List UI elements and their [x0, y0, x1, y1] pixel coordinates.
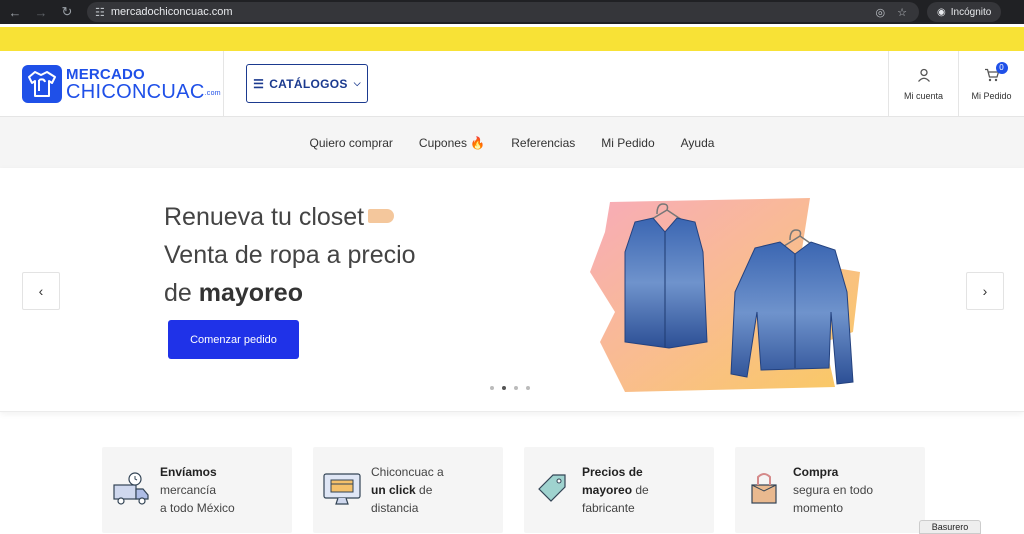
cart-icon: 0	[984, 61, 1008, 85]
feature-click-post: de	[415, 483, 433, 497]
order-label: Mi Pedido	[971, 90, 1012, 101]
slider-dot[interactable]	[514, 386, 518, 390]
reload-icon[interactable]: ↻	[57, 2, 77, 22]
main-menu: Quiero comprar Cupones 🔥 Referencias Mi …	[0, 117, 1024, 168]
promo-bar	[0, 27, 1024, 51]
chevron-right-icon: ›	[982, 283, 988, 299]
address-bar[interactable]: ☷ mercadochiconcuac.com ◎ ☆	[87, 2, 919, 22]
feature-card-secure: Compra segura en todo momento	[735, 447, 925, 533]
catalogs-button[interactable]: ☰ CATÁLOGOS ⌵	[246, 64, 368, 103]
menu-item-referencias[interactable]: Referencias	[511, 136, 575, 150]
chevron-left-icon: ‹	[38, 283, 44, 299]
slider-dots	[490, 386, 538, 390]
cart-count-badge: 0	[995, 61, 1008, 74]
feature-card-click: Chiconcuac a un click de distancia	[313, 447, 503, 533]
menu-item-cupones[interactable]: Cupones 🔥	[419, 136, 485, 150]
menu-item-ayuda[interactable]: Ayuda	[681, 136, 715, 150]
feature-shipping-bold: Envíamos	[160, 465, 217, 479]
hero-line2: Venta de ropa a precio	[164, 241, 416, 269]
header-divider	[223, 51, 224, 117]
features-row: Envíamos mercancía a todo México Chiconc…	[102, 447, 946, 533]
feature-secure-line2: segura en todo	[793, 483, 874, 497]
logo-line1: MERCADO	[66, 65, 145, 83]
browser-toolbar: ← → ↻ ☷ mercadochiconcuac.com ◎ ☆ ◉ Incó…	[0, 0, 1024, 24]
slider-dot[interactable]	[490, 386, 494, 390]
feature-click-line3: distancia	[371, 501, 419, 515]
secure-package-icon	[735, 463, 793, 533]
basurero-tab[interactable]: Basurero	[919, 520, 981, 534]
delivery-truck-icon	[102, 463, 160, 533]
menu-item-mi-pedido[interactable]: Mi Pedido	[601, 136, 654, 150]
feature-card-shipping: Envíamos mercancía a todo México	[102, 447, 292, 533]
feature-click-line1: Chiconcuac a	[371, 465, 444, 479]
star-icon[interactable]: ☆	[897, 6, 907, 19]
online-shop-icon	[313, 463, 371, 533]
feature-card-prices: Precios de mayoreo de fabricante	[524, 447, 714, 533]
denim-jackets-image	[590, 198, 860, 392]
incognito-icon: ◉	[937, 6, 946, 18]
hero-line1: Renueva tu closet	[164, 203, 365, 231]
logo-suffix: .com	[204, 89, 221, 97]
logo-line2: CHICONCUAC	[66, 80, 205, 103]
incognito-label: Incógnito	[950, 6, 992, 18]
site-settings-icon[interactable]: ☷	[95, 6, 105, 19]
hero-line3-prefix: de	[164, 279, 199, 307]
slider-dot-active[interactable]	[502, 386, 506, 390]
account-label: Mi cuenta	[903, 90, 944, 101]
eye-off-icon[interactable]: ◎	[876, 6, 886, 19]
feature-secure-bold: Compra	[793, 465, 839, 479]
feature-shipping-line2: mercancía	[160, 483, 217, 497]
price-tag-icon	[524, 463, 582, 533]
logo-shirt-icon	[22, 65, 62, 103]
slider-next-button[interactable]: ›	[966, 272, 1004, 310]
catalogs-label: CATÁLOGOS	[269, 76, 348, 91]
slider-prev-button[interactable]: ‹	[22, 272, 60, 310]
menu-icon: ☰	[253, 76, 265, 91]
back-arrow-icon[interactable]: ←	[5, 2, 25, 22]
cart-button[interactable]: 0 Mi Pedido	[958, 51, 1024, 117]
feature-click-bold: un click	[371, 483, 416, 497]
slider-dot[interactable]	[526, 386, 530, 390]
feature-prices-bold: Precios de	[582, 465, 643, 479]
feature-prices-post: de	[632, 483, 649, 497]
site-logo[interactable]: MERCADO CHICONCUAC.com	[22, 65, 221, 103]
feature-prices-bold2: mayoreo	[582, 483, 633, 497]
feature-prices-line3: fabricante	[582, 501, 635, 515]
feature-secure-line3: momento	[793, 501, 844, 515]
hero-slider: ‹ Renueva tu closet Venta de ropa a prec…	[0, 168, 1024, 412]
price-tag-icon	[368, 209, 395, 223]
incognito-badge[interactable]: ◉ Incógnito	[927, 2, 1002, 22]
forward-arrow-icon[interactable]: →	[31, 2, 51, 22]
start-order-button[interactable]: Comenzar pedido	[168, 320, 299, 359]
hero-line3-bold: mayoreo	[198, 279, 303, 307]
user-icon	[917, 68, 931, 85]
url-text: mercadochiconcuac.com	[110, 6, 233, 18]
account-button[interactable]: Mi cuenta	[888, 51, 958, 117]
feature-shipping-line3: a todo México	[160, 501, 235, 515]
site-header: MERCADO CHICONCUAC.com ☰ CATÁLOGOS ⌵ Mi …	[0, 51, 1024, 117]
hero-headline: Renueva tu closet Venta de ropa a precio…	[164, 198, 416, 312]
menu-item-quiero-comprar[interactable]: Quiero comprar	[310, 136, 393, 150]
chevron-down-icon: ⌵	[353, 78, 361, 88]
